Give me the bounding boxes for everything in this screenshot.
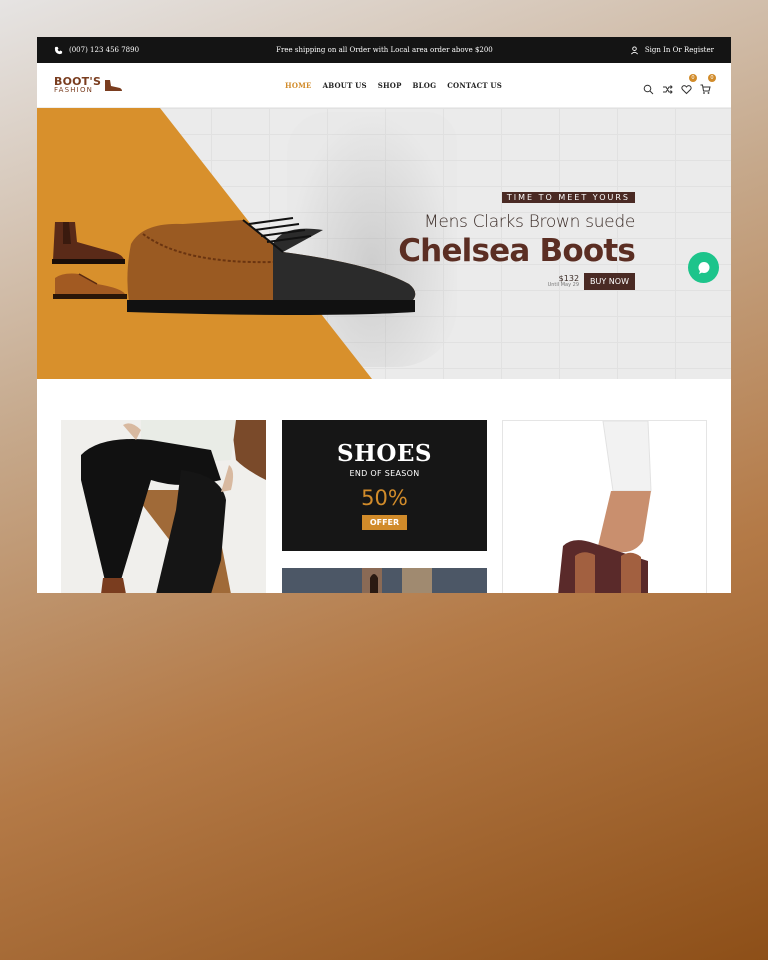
heart-icon [681, 84, 692, 94]
main-nav: HOME ABOUT US SHOP BLOG CONTACT US [285, 63, 502, 107]
hero-title: Chelsea Boots [398, 233, 636, 269]
hero-subtitle: Mens Clarks Brown suede [424, 212, 635, 232]
buy-now-button[interactable]: BUY NOW [584, 273, 635, 290]
offer-button[interactable]: OFFER [361, 515, 408, 530]
hand-holding-shoes-photo [503, 421, 706, 593]
banner-man-sitting[interactable] [61, 420, 266, 593]
site-header: BOOT'S FASHION HOME ABOUT US SHOP BLOG C… [37, 63, 731, 108]
site-logo[interactable]: BOOT'S FASHION [54, 76, 123, 94]
shipping-notice: Free shipping on all Order with Local ar… [276, 46, 493, 54]
chat-bubble-icon [698, 261, 709, 274]
man-sitting-photo [61, 420, 266, 593]
main-oxford-shoe-image [127, 217, 416, 315]
banner-hand-holding-shoes[interactable] [502, 420, 707, 593]
search-button[interactable] [643, 80, 654, 94]
nav-blog[interactable]: BLOG [413, 81, 437, 90]
shuffle-icon [663, 84, 673, 94]
nav-shop[interactable]: SHOP [378, 81, 402, 90]
phone-number: (007) 123 456 7890 [69, 46, 140, 54]
search-icon [643, 84, 654, 94]
wishlist-count-badge: 0 [689, 73, 697, 82]
header-tools: 0 0 [643, 63, 716, 107]
end-of-season-banner[interactable]: SHOES END OF SEASON 50% OFFER [282, 420, 487, 551]
logo-sub-text: FASHION [54, 86, 94, 94]
cart-count-badge: 0 [708, 73, 716, 82]
wishlist-button[interactable]: 0 [681, 73, 697, 94]
chat-button[interactable] [688, 252, 719, 283]
signin-text: Sign In Or Register [644, 46, 714, 54]
nav-home[interactable]: HOME [285, 81, 312, 90]
banner-walking-feet[interactable] [282, 568, 487, 593]
nav-contact[interactable]: CONTACT US [447, 81, 502, 90]
browser-page: (007) 123 456 7890 Free shipping on all … [37, 37, 731, 593]
boot-logo-icon [105, 80, 123, 91]
promo-subtitle: END OF SEASON [349, 469, 420, 478]
price-row: $132 Until May 29 BUY NOW [398, 273, 635, 290]
cart-button[interactable]: 0 [700, 73, 716, 94]
nav-about[interactable]: ABOUT US [323, 81, 367, 90]
hero-until: Until May 29 [547, 282, 580, 288]
signin-link[interactable]: Sign In Or Register [630, 45, 714, 55]
hero-caption: TIME TO MEET YOURS Mens Clarks Brown sue… [398, 185, 636, 290]
user-icon [630, 45, 638, 54]
hero-tagline: TIME TO MEET YOURS [501, 192, 635, 203]
promo-discount: 50% [361, 486, 408, 510]
phone-icon [54, 46, 63, 54]
hero-slider: TIME TO MEET YOURS Mens Clarks Brown sue… [37, 108, 731, 379]
walking-feet-photo [282, 568, 487, 593]
oxford-shoe-thumbnail[interactable] [51, 268, 129, 302]
price-block: $132 Until May 29 [548, 275, 579, 288]
top-bar: (007) 123 456 7890 Free shipping on all … [37, 37, 731, 63]
cart-icon [700, 84, 711, 94]
compare-button[interactable] [662, 80, 673, 94]
phone-contact[interactable]: (007) 123 456 7890 [54, 46, 139, 55]
shipping-text: Free shipping on all Order with Local ar… [276, 46, 493, 54]
promo-banners: SHOES END OF SEASON 50% OFFER [37, 379, 731, 593]
promo-title: SHOES [336, 440, 433, 467]
chelsea-boot-thumbnail[interactable] [49, 218, 127, 266]
